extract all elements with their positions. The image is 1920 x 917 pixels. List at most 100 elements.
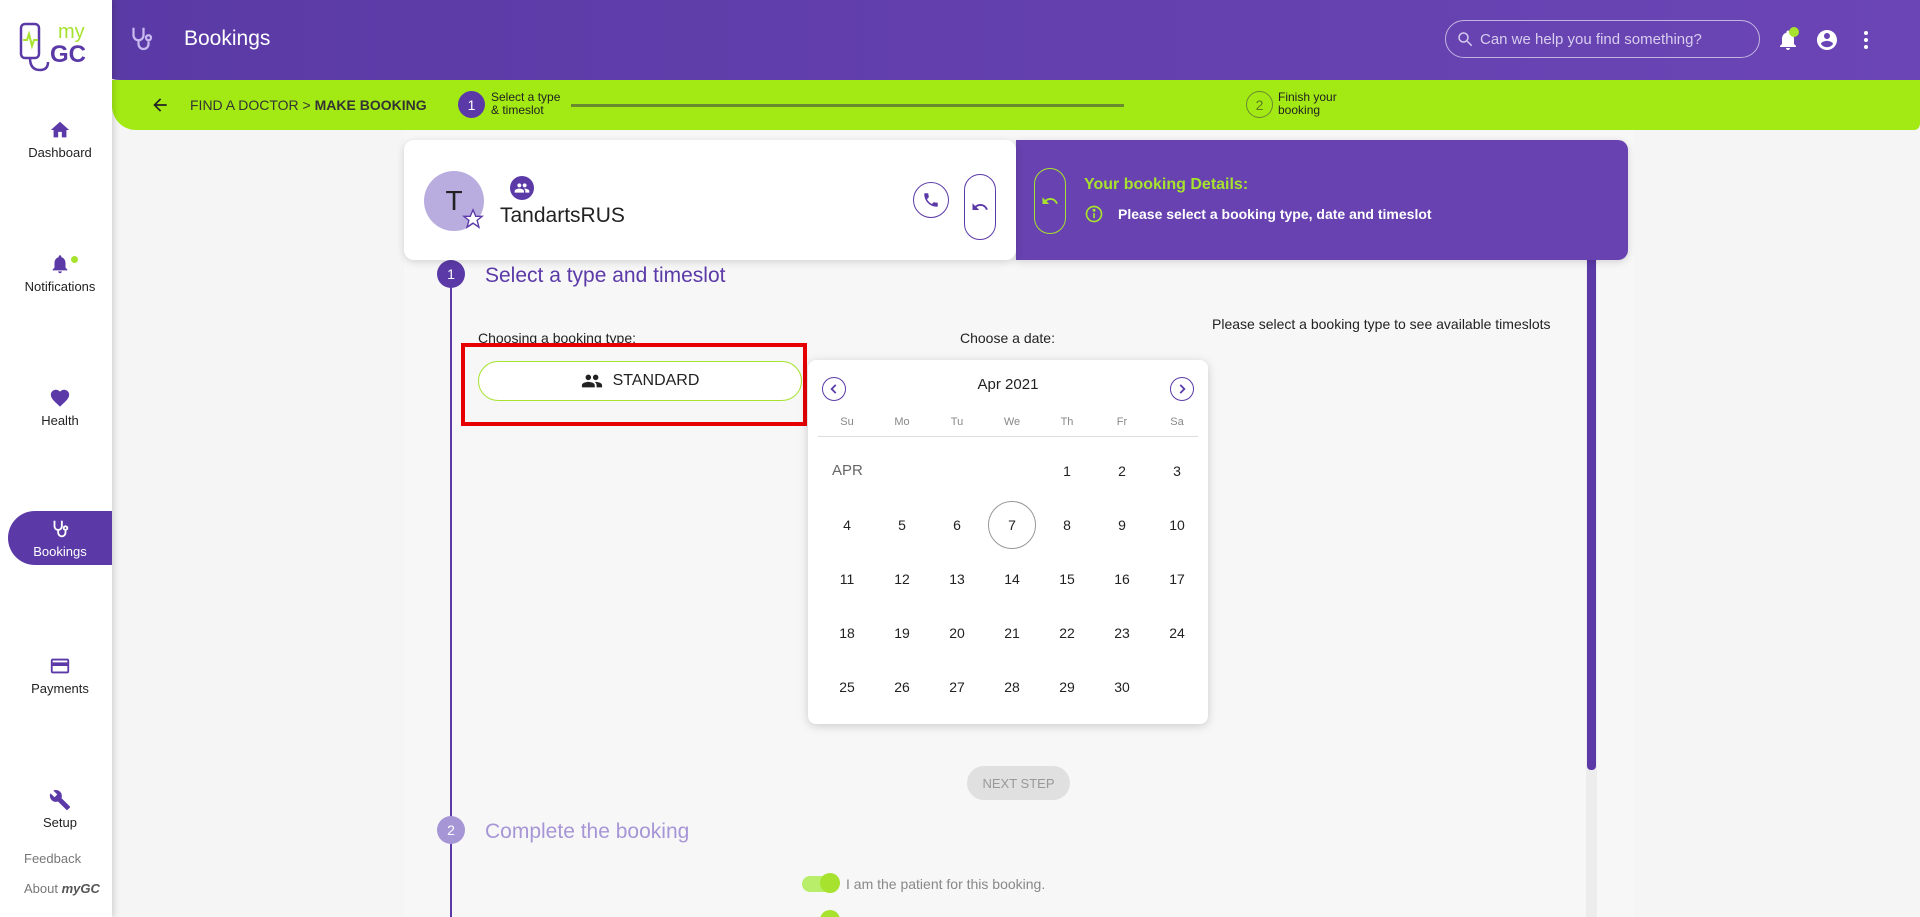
calendar-day[interactable]: 3: [1153, 447, 1201, 495]
calendar-day[interactable]: 7: [988, 501, 1036, 549]
details-info: Please select a booking type, date and t…: [1084, 204, 1432, 224]
calendar-day[interactable]: 26: [878, 663, 926, 711]
search-input[interactable]: [1480, 30, 1750, 48]
calendar-day[interactable]: 8: [1043, 501, 1091, 549]
details-title: Your booking Details:: [1084, 176, 1249, 193]
calendar-day[interactable]: 17: [1153, 555, 1201, 603]
booking-details-card: Your booking Details: Please select a bo…: [1016, 140, 1628, 260]
patient-toggle-label: I am the patient for this booking.: [846, 876, 1046, 892]
calendar-month-short: APR: [832, 462, 863, 479]
search-box[interactable]: [1445, 20, 1760, 58]
heart-icon: [50, 389, 70, 407]
call-button[interactable]: [913, 182, 949, 218]
scrollbar-thumb[interactable]: [1587, 255, 1596, 770]
calendar-day[interactable]: 28: [988, 663, 1036, 711]
undo-button[interactable]: [964, 174, 996, 240]
calendar-day[interactable]: 25: [823, 663, 871, 711]
next-month-button[interactable]: [1170, 377, 1194, 401]
calendar-day[interactable]: 10: [1153, 501, 1201, 549]
calendar-day[interactable]: 12: [878, 555, 926, 603]
weekday-label: Fr: [1116, 416, 1128, 428]
sidebar-item-label: Setup: [43, 814, 77, 830]
svg-text:my: my: [58, 21, 85, 43]
provider-card: T TandartsRUS: [404, 140, 1016, 260]
section1-number: 1: [437, 260, 465, 288]
booking-stepper-bar: FIND A DOCTOR > MAKE BOOKING 1 Select a …: [112, 80, 1920, 130]
sidebar-item-health[interactable]: Health: [8, 380, 112, 434]
section2-number: 2: [437, 816, 465, 844]
stepper-step2-label: Finish your booking: [1278, 91, 1337, 117]
weekday-label: Th: [1060, 416, 1074, 428]
undo-icon: [1042, 197, 1058, 204]
calendar-day[interactable]: 13: [933, 555, 981, 603]
calendar-divider: [818, 436, 1198, 437]
breadcrumb-make-booking: MAKE BOOKING: [314, 97, 427, 113]
calendar-day[interactable]: 16: [1098, 555, 1146, 603]
sidebar: my GC Dashboard Notifications Health Boo…: [0, 0, 112, 917]
timeslot-hint: Please select a booking type to see avai…: [1212, 316, 1551, 332]
calendar-day[interactable]: 18: [823, 609, 871, 657]
undo-icon: [972, 203, 988, 210]
date-picker-calendar: Apr 2021 Su Mo Tu We Th Fr Sa APR 1 2 3 4 5 6 7 8 9 10 1…: [808, 360, 1208, 724]
weekday-label: Sa: [1170, 416, 1184, 428]
star-outline-icon[interactable]: [462, 208, 484, 230]
sidebar-item-label: Bookings: [33, 543, 87, 559]
calendar-day[interactable]: 11: [823, 555, 871, 603]
details-undo-button[interactable]: [1034, 168, 1066, 234]
back-arrow-icon[interactable]: [150, 95, 170, 115]
calendar-day[interactable]: 4: [823, 501, 871, 549]
weekday-label: Su: [840, 416, 854, 428]
stethoscope-icon: [132, 27, 153, 51]
feedback-link[interactable]: Feedback: [24, 851, 81, 866]
stepper-connector: [571, 104, 1124, 107]
calendar-day[interactable]: 2: [1098, 447, 1146, 495]
calendar-day[interactable]: 24: [1153, 609, 1201, 657]
calendar-day[interactable]: 21: [988, 609, 1036, 657]
next-step-button[interactable]: NEXT STEP: [967, 766, 1070, 800]
calendar-day[interactable]: 23: [1098, 609, 1146, 657]
patient-toggle-knob[interactable]: [820, 873, 840, 893]
calendar-day[interactable]: 1: [1043, 447, 1091, 495]
calendar-day[interactable]: 9: [1098, 501, 1146, 549]
calendar-day[interactable]: 20: [933, 609, 981, 657]
group-icon: [510, 176, 534, 200]
stepper-step1-line2: & timeslot: [491, 103, 544, 117]
calendar-day[interactable]: 30: [1098, 663, 1146, 711]
about-link[interactable]: About myGC: [24, 881, 100, 896]
weekday-label: Mo: [894, 416, 910, 428]
notification-badge: [1789, 27, 1799, 37]
sidebar-item-dashboard[interactable]: Dashboard: [8, 112, 112, 166]
phone-icon: [924, 193, 938, 207]
svg-text:GC: GC: [50, 41, 86, 68]
sidebar-item-notifications[interactable]: Notifications: [8, 246, 112, 300]
mygc-logo[interactable]: my GC: [18, 18, 100, 74]
calendar-day[interactable]: 5: [878, 501, 926, 549]
calendar-day[interactable]: 15: [1043, 555, 1091, 603]
sidebar-item-payments[interactable]: Payments: [8, 648, 112, 702]
highlight-box: [461, 343, 807, 426]
calendar-day[interactable]: 29: [1043, 663, 1091, 711]
more-vertical-icon[interactable]: [1854, 28, 1878, 52]
calendar-day[interactable]: 27: [933, 663, 981, 711]
bell-icon: [52, 254, 68, 273]
calendar-day[interactable]: 19: [878, 609, 926, 657]
sidebar-item-setup[interactable]: Setup: [8, 782, 112, 836]
sidebar-item-label: Health: [41, 412, 79, 428]
breadcrumb-find-doctor[interactable]: FIND A DOCTOR: [190, 97, 299, 113]
date-label: Choose a date:: [960, 330, 1055, 346]
calendar-day[interactable]: 14: [988, 555, 1036, 603]
calendar-day[interactable]: 6: [933, 501, 981, 549]
account-icon[interactable]: [1815, 28, 1839, 52]
credit-card-icon: [50, 658, 70, 673]
stethoscope-icon: [53, 520, 69, 537]
stepper-step2-line2: booking: [1278, 103, 1321, 117]
sidebar-item-label: Notifications: [24, 278, 96, 294]
provider-name: TandartsRUS: [500, 204, 625, 227]
details-info-text: Please select a booking type, date and t…: [1118, 206, 1432, 222]
app-header: Bookings: [92, 0, 1920, 80]
stepper-step2-circle: 2: [1246, 91, 1273, 118]
sidebar-item-bookings[interactable]: Bookings: [8, 511, 112, 565]
sidebar-item-label: Payments: [31, 680, 89, 696]
sidebar-item-label: Dashboard: [28, 144, 92, 160]
calendar-day[interactable]: 22: [1043, 609, 1091, 657]
